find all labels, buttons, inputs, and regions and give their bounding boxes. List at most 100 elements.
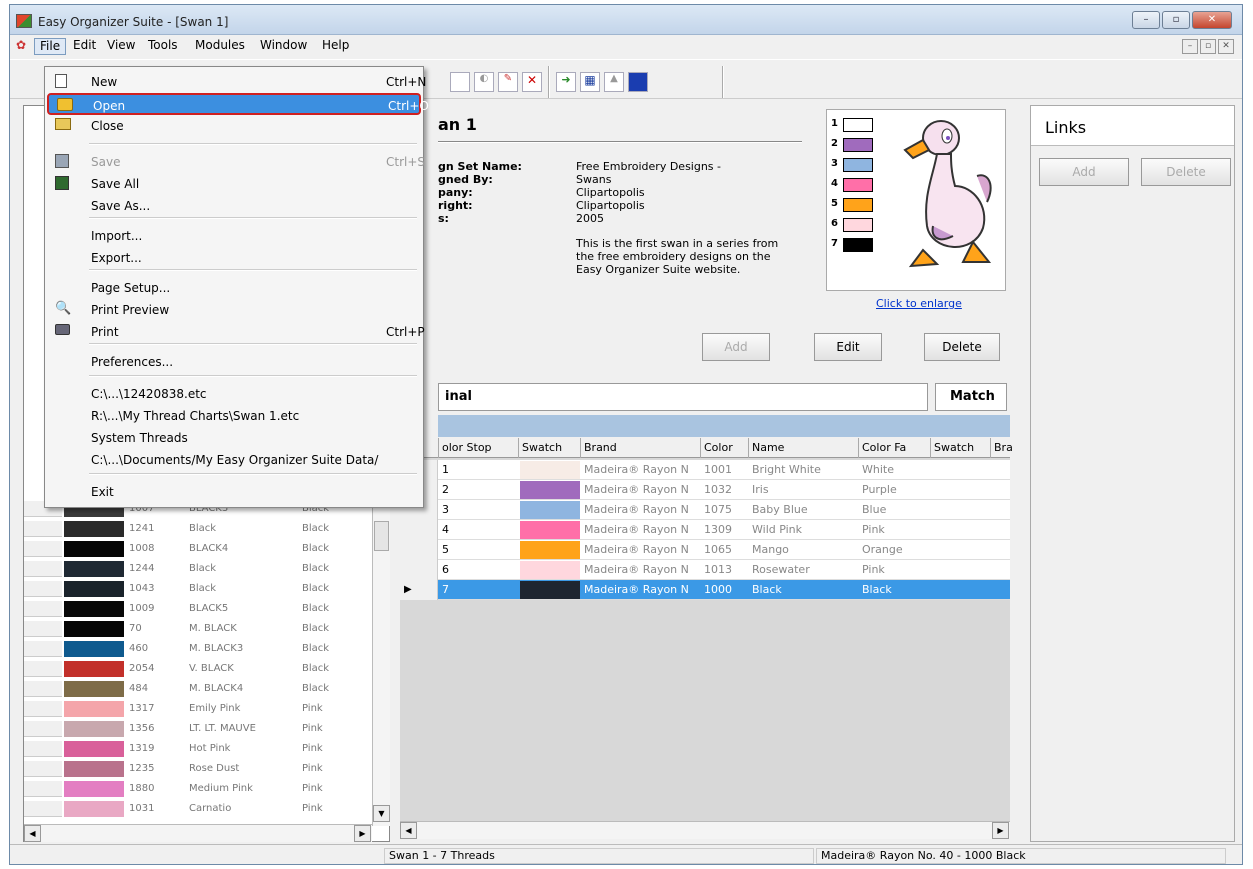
thread-row[interactable]: 70 M. BLACK Black <box>24 621 369 637</box>
stop-color-swatch[interactable] <box>843 138 873 152</box>
delete-toolbar-icon[interactable]: ✕ <box>522 72 542 92</box>
file-menu-item-new[interactable]: New Ctrl+N <box>47 71 426 93</box>
row-header[interactable] <box>24 521 62 537</box>
menu-modules[interactable]: Modules <box>190 38 250 55</box>
row-header[interactable] <box>24 781 62 797</box>
stop-color-swatch[interactable] <box>843 158 873 172</box>
file-menu-item-print[interactable]: Print Ctrl+P <box>47 321 425 343</box>
thread-row[interactable]: 484 M. BLACK4 Black <box>24 681 369 697</box>
file-menu-item-r-my-thread-charts-swan-1-etc[interactable]: R:\...\My Thread Charts\Swan 1.etc <box>47 405 421 427</box>
delete-button[interactable]: Delete <box>924 333 1000 361</box>
grid-row[interactable]: 6 Madeira® Rayon N 1013 Rosewater Pink <box>400 560 1010 580</box>
mdi-minimize-button[interactable]: – <box>1182 39 1198 54</box>
menu-file[interactable]: File <box>34 38 67 55</box>
row-header[interactable] <box>24 721 62 737</box>
toolbar-button-3[interactable]: ✎ <box>498 72 518 92</box>
thread-row[interactable]: 1009 BLACK5 Black <box>24 601 369 617</box>
thread-row[interactable]: 1008 BLACK4 Black <box>24 541 369 557</box>
menu-edit[interactable]: Edit <box>68 38 101 55</box>
grid-row[interactable]: ▶ 7 Madeira® Rayon N 1000 Black Black <box>400 580 1010 600</box>
stop-color-swatch[interactable] <box>843 218 873 232</box>
thread-row[interactable]: 1356 LT. LT. MAUVE Pink <box>24 721 369 737</box>
col-color-stop[interactable]: olor Stop <box>438 438 518 458</box>
grid-row[interactable]: 3 Madeira® Rayon N 1075 Baby Blue Blue <box>400 500 1010 520</box>
minimize-button[interactable]: – <box>1132 11 1160 29</box>
stop-color-swatch[interactable] <box>843 178 873 192</box>
row-header[interactable] <box>24 801 62 817</box>
col-match-swatch[interactable]: Swatch <box>930 438 990 458</box>
mdi-close-button[interactable]: ✕ <box>1218 39 1234 54</box>
file-menu-item-c-documents-my-easy-organizer-suite-data[interactable]: C:\...\Documents/My Easy Organizer Suite… <box>47 449 421 471</box>
grid-row[interactable]: 2 Madeira® Rayon N 1032 Iris Purple <box>400 480 1010 500</box>
menu-help[interactable]: Help <box>317 38 354 55</box>
row-header[interactable] <box>24 561 62 577</box>
file-menu-item-system-threads[interactable]: System Threads <box>47 427 421 449</box>
col-color-family[interactable]: Color Fa <box>858 438 930 458</box>
thread-row[interactable]: 1235 Rose Dust Pink <box>24 761 369 777</box>
grid-toolbar-icon[interactable]: ▦ <box>580 72 600 92</box>
file-menu-item-close[interactable]: Close <box>47 115 421 137</box>
col-match-brand[interactable]: Bra <box>990 438 1013 458</box>
thread-row[interactable]: 1244 Black Black <box>24 561 369 577</box>
file-menu-item-preferences[interactable]: Preferences... <box>47 351 421 373</box>
row-header[interactable] <box>400 560 438 580</box>
file-menu-item-save-as[interactable]: Save As... <box>47 195 421 217</box>
sort-toolbar-icon[interactable]: ▲ <box>604 72 624 92</box>
row-header[interactable] <box>24 641 62 657</box>
mdi-restore-button[interactable]: ▫ <box>1200 39 1216 54</box>
col-color[interactable]: Color <box>700 438 748 458</box>
row-header[interactable] <box>24 761 62 777</box>
links-delete-button[interactable]: Delete <box>1141 158 1231 186</box>
thread-row[interactable]: 1241 Black Black <box>24 521 369 537</box>
grid-row[interactable]: 1 Madeira® Rayon N 1001 Bright White White <box>400 460 1010 480</box>
row-header[interactable] <box>24 661 62 677</box>
file-menu-item-exit[interactable]: Exit <box>47 481 421 503</box>
file-menu-item-import[interactable]: Import... <box>47 225 421 247</box>
scroll-left-arrow[interactable]: ◀ <box>400 822 417 839</box>
thread-row[interactable]: 1317 Emily Pink Pink <box>24 701 369 717</box>
col-name[interactable]: Name <box>748 438 858 458</box>
file-menu-item-print-preview[interactable]: 🔍 Print Preview <box>47 299 421 321</box>
toolbar-button-2[interactable]: ◐ <box>474 72 494 92</box>
menu-tools[interactable]: Tools <box>143 38 183 55</box>
thread-row[interactable]: 460 M. BLACK3 Black <box>24 641 369 657</box>
horizontal-scrollbar[interactable]: ◀ ▶ <box>24 824 372 842</box>
col-brand[interactable]: Brand <box>580 438 700 458</box>
file-menu-item-open[interactable]: Open Ctrl+O <box>47 93 429 115</box>
design-thumbnail[interactable]: 1 2 3 4 5 6 7 <box>826 109 1006 291</box>
edit-button[interactable]: Edit <box>814 333 882 361</box>
thread-row[interactable]: 1043 Black Black <box>24 581 369 597</box>
row-header[interactable] <box>24 621 62 637</box>
row-header[interactable] <box>24 681 62 697</box>
thread-row[interactable]: 1880 Medium Pink Pink <box>24 781 369 797</box>
stop-color-swatch[interactable] <box>843 198 873 212</box>
grid-row[interactable]: 5 Madeira® Rayon N 1065 Mango Orange <box>400 540 1010 560</box>
grid-row[interactable]: 4 Madeira® Rayon N 1309 Wild Pink Pink <box>400 520 1010 540</box>
row-header[interactable] <box>400 520 438 540</box>
file-menu-item-c-12420838-etc[interactable]: C:\...\12420838.etc <box>47 383 421 405</box>
toolbar-button-1[interactable] <box>450 72 470 92</box>
grid-horizontal-scrollbar[interactable]: ◀ ▶ <box>400 821 1010 839</box>
thread-row[interactable]: 1031 Carnatio Pink <box>24 801 369 817</box>
stop-color-swatch[interactable] <box>843 238 873 252</box>
file-menu-item-save[interactable]: Save Ctrl+S <box>47 151 425 173</box>
monitor-toolbar-icon[interactable] <box>628 72 648 92</box>
click-to-enlarge-link[interactable]: Click to enlarge <box>876 297 962 310</box>
document-icon[interactable]: ✿ <box>16 38 32 53</box>
stop-color-swatch[interactable] <box>843 118 873 132</box>
file-menu-item-export[interactable]: Export... <box>47 247 421 269</box>
close-button[interactable]: ✕ <box>1192 11 1232 29</box>
row-header[interactable] <box>24 541 62 557</box>
file-menu-item-page-setup[interactable]: Page Setup... <box>47 277 421 299</box>
file-menu-item-save-all[interactable]: Save All <box>47 173 421 195</box>
thread-row[interactable]: 1319 Hot Pink Pink <box>24 741 369 757</box>
row-header[interactable] <box>24 701 62 717</box>
add-button[interactable]: Add <box>702 333 770 361</box>
scroll-right-arrow[interactable]: ▶ <box>992 822 1009 839</box>
scroll-right-arrow[interactable]: ▶ <box>354 825 371 842</box>
scroll-left-arrow[interactable]: ◀ <box>24 825 41 842</box>
col-swatch[interactable]: Swatch <box>518 438 580 458</box>
scroll-down-arrow[interactable]: ▼ <box>373 805 390 822</box>
thread-row[interactable]: 2054 V. BLACK Black <box>24 661 369 677</box>
row-header[interactable] <box>400 540 438 560</box>
